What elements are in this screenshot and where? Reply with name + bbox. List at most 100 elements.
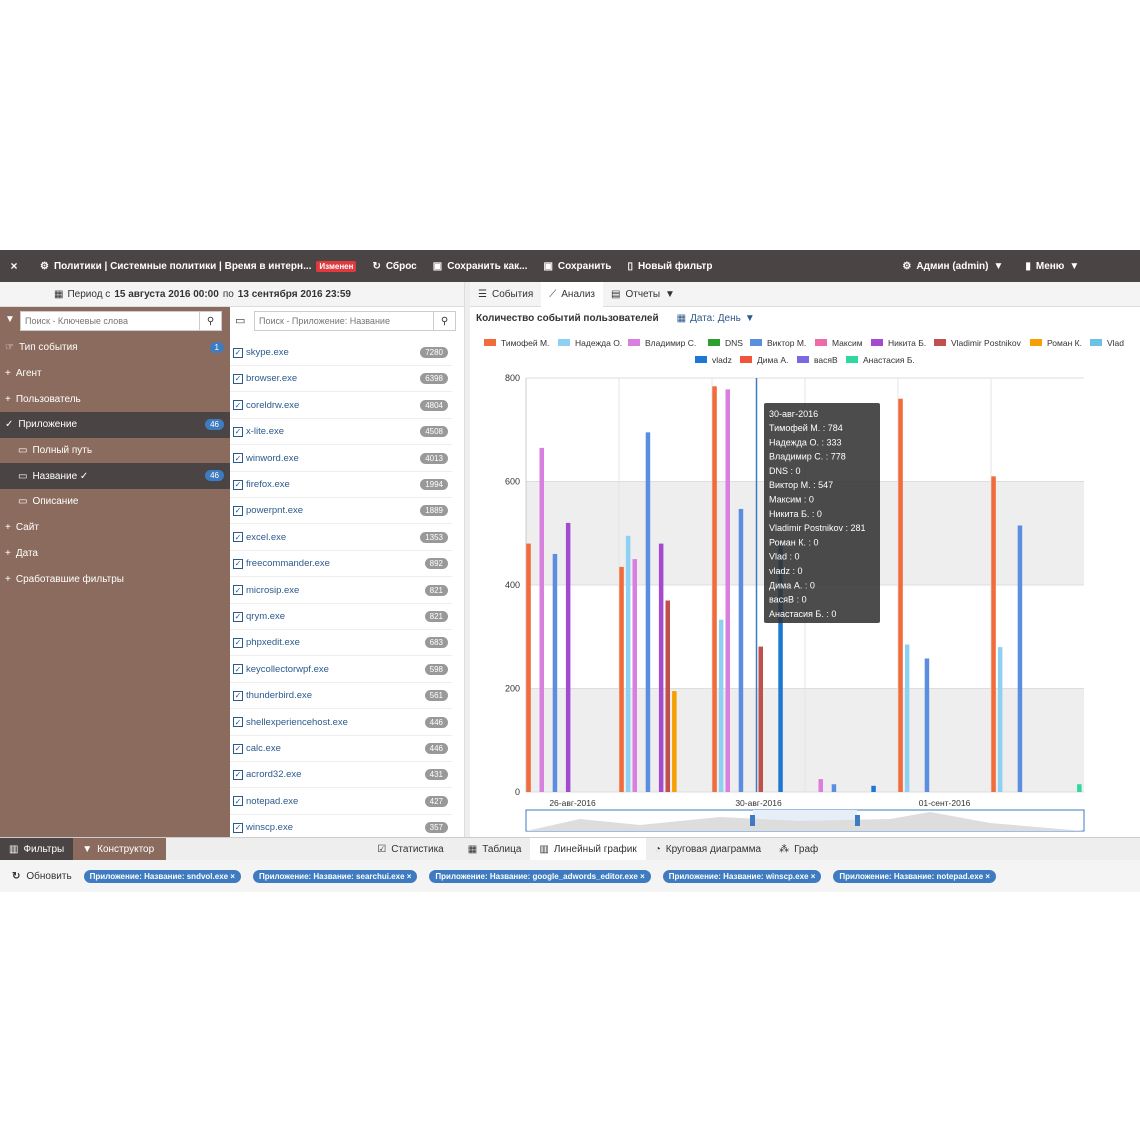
checkbox[interactable]: ✓: [233, 611, 243, 622]
list-item[interactable]: ✓ phpxedit.exe 683: [230, 630, 452, 657]
count-badge: 357: [424, 822, 448, 834]
list-item[interactable]: ✓ powerpnt.exe 1889: [230, 498, 452, 525]
bar: [725, 389, 730, 792]
list-item[interactable]: ✓ x-lite.exe 4508: [230, 419, 452, 446]
list-item[interactable]: ✓ freecommander.exe 892: [230, 551, 452, 578]
period-label[interactable]: ▦ Период с 15 августа 2016 00:00 по 13 с…: [54, 289, 351, 300]
checkbox[interactable]: ✓: [233, 743, 243, 754]
close-icon[interactable]: ×: [0, 259, 28, 273]
x-tick-label: 26-авг-2016: [549, 798, 596, 808]
sidebar-item-event-type[interactable]: ☞ Тип события 1: [0, 335, 230, 361]
checkbox[interactable]: ✓: [233, 426, 243, 437]
checkbox[interactable]: ✓: [233, 373, 243, 384]
checkbox[interactable]: ✓: [233, 822, 243, 833]
checkbox[interactable]: ✓: [233, 796, 243, 807]
list-item[interactable]: ✓ acrord32.exe 431: [230, 762, 452, 789]
list-item[interactable]: ✓ excel.exe 1353: [230, 525, 452, 551]
table-icon: ▦: [467, 843, 478, 855]
tab-line-chart[interactable]: ▥ Линейный график: [530, 837, 646, 861]
bar: [898, 398, 903, 792]
bar: [718, 619, 724, 792]
sidebar-item-application[interactable]: ✓ Приложение 46: [0, 412, 230, 438]
list-item[interactable]: ✓ microsip.exe 821: [230, 578, 452, 604]
list-item[interactable]: ✓ calc.exe 446: [230, 736, 452, 762]
app-name: calc.exe: [246, 743, 281, 754]
sidebar-item-full-path[interactable]: ▭ Полный путь: [0, 438, 230, 464]
reset-button[interactable]: ↻ Сброс: [372, 261, 416, 272]
list-item[interactable]: ✓ thunderbird.exe 561: [230, 683, 452, 710]
filter-chip[interactable]: Приложение: Название: notepad.exe ×: [833, 869, 997, 883]
checkbox[interactable]: ✓: [233, 637, 243, 648]
main-menu[interactable]: ▮ Меню ▼: [1025, 261, 1079, 272]
checkbox[interactable]: ✓: [233, 585, 243, 596]
checkbox[interactable]: ✓: [233, 558, 243, 569]
checkbox[interactable]: ✓: [233, 453, 243, 464]
filter-chip[interactable]: Приложение: Название: winscp.exe ×: [662, 869, 822, 883]
user-label: Админ (admin): [916, 260, 989, 272]
keyword-search-input[interactable]: [21, 316, 199, 326]
list-item[interactable]: ✓ browser.exe 6398: [230, 366, 452, 393]
new-filter-button[interactable]: ▯ Новый фильтр: [627, 261, 712, 272]
app-name: powerpnt.exe: [246, 505, 304, 517]
checkbox[interactable]: ✓: [233, 690, 243, 701]
legend-label: Роман К.: [1047, 338, 1082, 348]
checkbox[interactable]: ✓: [233, 769, 243, 780]
tab-filters[interactable]: ▥ Фильтры: [0, 837, 74, 861]
list-item[interactable]: ✓ coreldrw.exe 4804: [230, 393, 452, 419]
filter-chip[interactable]: Приложение: Название: google_adwords_edi…: [429, 869, 651, 883]
sidebar-item-date[interactable]: + Дата: [0, 541, 230, 567]
tab-pie-chart[interactable]: ◔ Круговая диаграмма: [646, 838, 770, 861]
checkbox[interactable]: ✓: [233, 532, 243, 543]
legend-label: Надежда О.: [575, 338, 622, 348]
user-menu[interactable]: ⚙ Админ (admin) ▼: [902, 261, 1003, 272]
list-item[interactable]: ✓ shellexperiencehost.exe 446: [230, 710, 452, 736]
bar: [625, 535, 631, 792]
tab-analysis[interactable]: ⟋ Анализ: [541, 281, 604, 307]
window-icon: ▭: [18, 470, 28, 482]
tab-table[interactable]: ▦ Таблица: [459, 838, 531, 861]
tab-constructor[interactable]: ▼ Конструктор: [73, 837, 167, 861]
search-icon[interactable]: ⚲: [199, 312, 221, 330]
checkbox[interactable]: ✓: [233, 664, 243, 675]
legend-label: Владимир С.: [645, 338, 696, 348]
tab-reports[interactable]: ▤ Отчеты ▼: [603, 282, 683, 307]
plus-icon: +: [5, 393, 11, 405]
tab-statistics[interactable]: ☑ Статистика: [368, 838, 453, 861]
tooltip-line: Роман К. : 0: [769, 537, 819, 547]
list-item[interactable]: ✓ firefox.exe 1994: [230, 472, 452, 498]
filter-chip[interactable]: Приложение: Название: sndvol.exe ×: [83, 869, 241, 883]
filter-chip[interactable]: Приложение: Название: searchui.exe ×: [252, 869, 418, 883]
checkbox[interactable]: ✓: [233, 347, 243, 358]
bar: [991, 476, 996, 792]
caret-down-icon: ▼: [993, 260, 1004, 272]
list-item[interactable]: ✓ notepad.exe 427: [230, 789, 452, 815]
sidebar-item-triggered-filters[interactable]: + Сработавшие фильтры: [0, 566, 230, 592]
checkbox[interactable]: ✓: [233, 505, 243, 516]
checkbox[interactable]: ✓: [233, 479, 243, 490]
save-button[interactable]: ▣ Сохранить: [543, 261, 611, 272]
app-search-input[interactable]: [255, 316, 433, 326]
checkbox[interactable]: ✓: [233, 717, 243, 728]
list-item[interactable]: ✓ keycollectorwpf.exe 598: [230, 657, 452, 683]
refresh-button[interactable]: ↻ Обновить: [12, 871, 72, 882]
legend-swatch: [484, 339, 496, 346]
save-as-icon: ▣: [432, 260, 443, 272]
sidebar-item-user[interactable]: + Пользователь: [0, 386, 230, 412]
sidebar-item-name[interactable]: ▭ Название ✓ 46: [0, 463, 230, 490]
sidebar-item-description[interactable]: ▭ Описание: [0, 489, 230, 515]
legend-swatch: [846, 356, 858, 363]
list-item[interactable]: ✓ winword.exe 4013: [230, 446, 452, 472]
save-as-button[interactable]: ▣ Сохранить как...: [433, 261, 528, 272]
legend-swatch: [815, 339, 827, 346]
list-item[interactable]: ✓ qrym.exe 821: [230, 604, 452, 630]
list-item[interactable]: ✓ skype.exe 7280: [230, 340, 452, 366]
tooltip-line: vladz : 0: [769, 566, 803, 576]
app-name: qrym.exe: [246, 611, 286, 622]
tab-events-label: События: [491, 288, 534, 300]
tab-events[interactable]: ☰ События: [470, 282, 541, 307]
sidebar-item-agent[interactable]: + Агент: [0, 361, 230, 387]
sidebar-item-site[interactable]: + Сайт: [0, 515, 230, 541]
tab-graph[interactable]: ⁂ Граф: [770, 838, 827, 861]
search-icon[interactable]: ⚲: [433, 312, 455, 330]
checkbox[interactable]: ✓: [233, 400, 243, 411]
